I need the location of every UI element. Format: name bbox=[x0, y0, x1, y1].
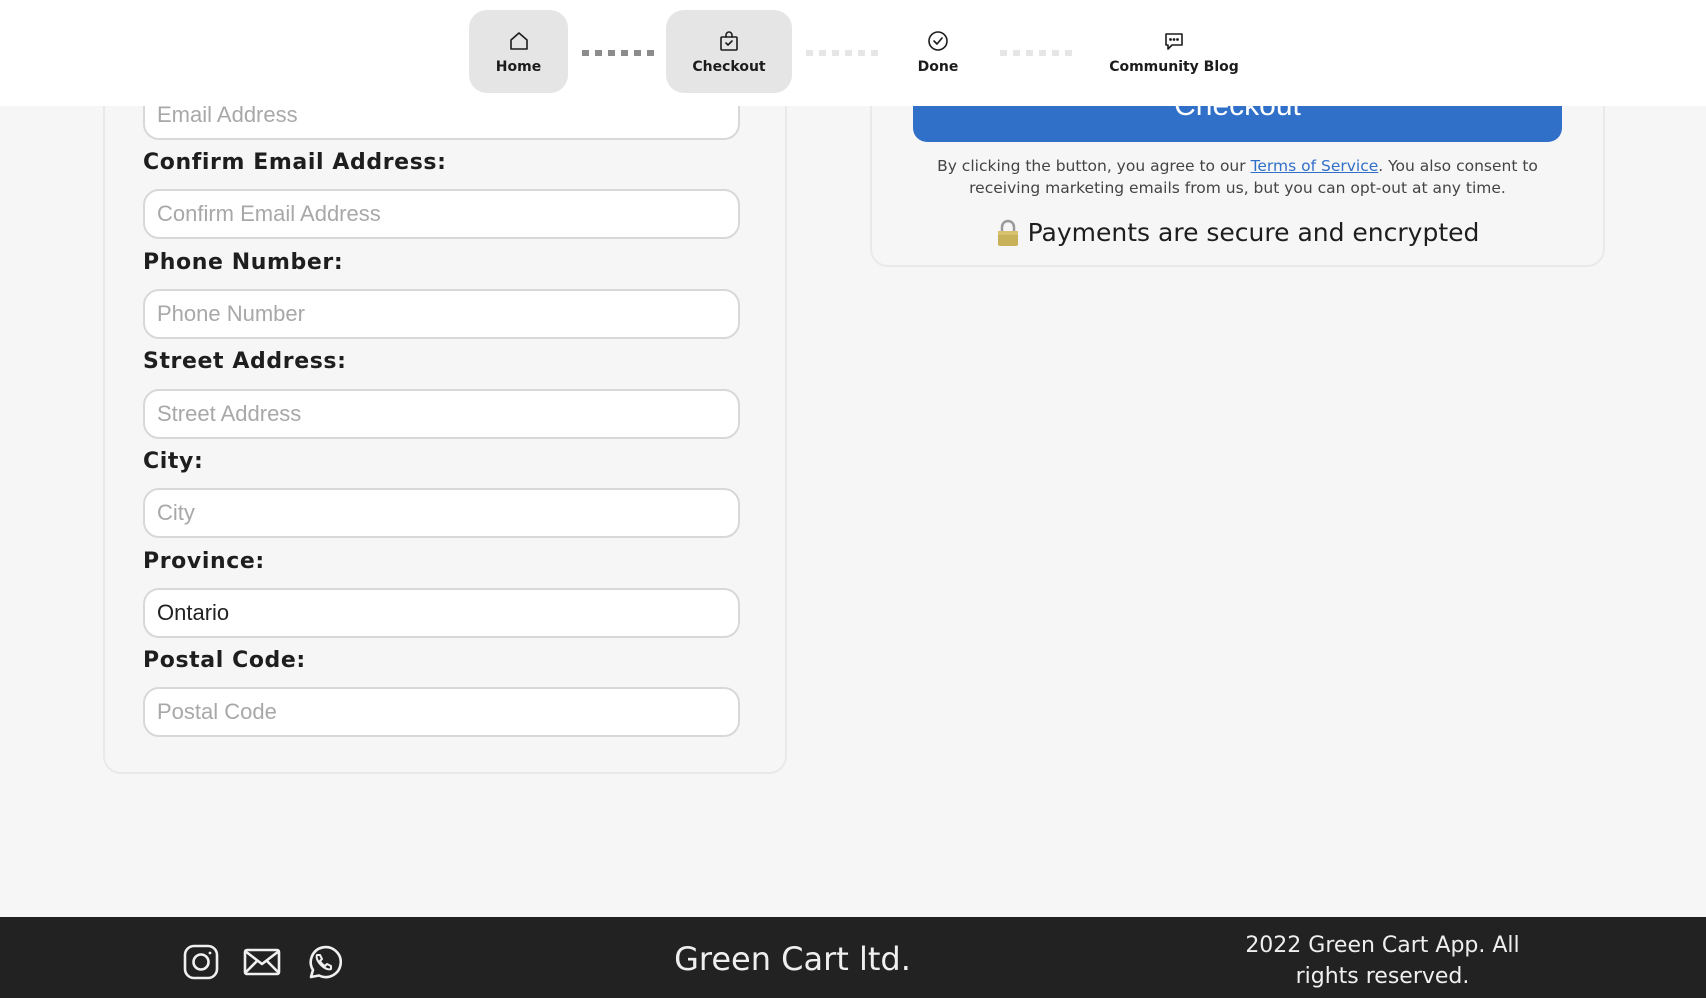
check-circle-icon bbox=[928, 30, 948, 51]
street-address-label: Street Address: bbox=[143, 349, 347, 374]
footer-copyright: 2022 Green Cart App. All rights reserved… bbox=[1245, 933, 1520, 989]
terms-prefix: By clicking the button, you agree to our bbox=[937, 157, 1251, 175]
street-address-field[interactable] bbox=[143, 389, 740, 439]
secure-payment-text: Payments are secure and encrypted bbox=[1027, 218, 1480, 247]
nav-community-blog-label: Community Blog bbox=[1109, 58, 1239, 75]
nav-done[interactable]: Done bbox=[890, 10, 986, 93]
confirm-email-label: Confirm Email Address: bbox=[143, 150, 447, 175]
phone-label: Phone Number: bbox=[143, 250, 344, 275]
city-label: City: bbox=[143, 449, 204, 474]
nav-home[interactable]: Home bbox=[469, 10, 568, 93]
confirm-email-field[interactable] bbox=[143, 189, 740, 239]
home-icon bbox=[509, 31, 528, 50]
step-connector bbox=[1000, 50, 1072, 56]
chat-bubble-icon bbox=[1165, 32, 1183, 50]
city-field[interactable] bbox=[143, 488, 740, 538]
whatsapp-icon[interactable] bbox=[304, 943, 342, 981]
postal-code-field[interactable] bbox=[143, 687, 740, 737]
step-connector bbox=[806, 50, 878, 56]
nav-checkout-label: Checkout bbox=[692, 58, 766, 75]
nav-done-label: Done bbox=[917, 58, 959, 75]
secure-payment-notice: Payments are secure and encrypted bbox=[913, 218, 1562, 247]
shopping-bag-check-icon bbox=[720, 30, 738, 51]
top-navigation: Home Checkout Done Community Blog bbox=[0, 0, 1706, 106]
nav-home-label: Home bbox=[495, 58, 542, 75]
terms-of-service-link[interactable]: Terms of Service bbox=[1251, 157, 1379, 175]
province-field[interactable] bbox=[143, 588, 740, 638]
province-label: Province: bbox=[143, 549, 265, 574]
step-connector bbox=[582, 50, 654, 56]
instagram-icon[interactable] bbox=[182, 943, 220, 981]
mail-icon[interactable] bbox=[243, 943, 281, 981]
nav-checkout[interactable]: Checkout bbox=[666, 10, 792, 93]
phone-field[interactable] bbox=[143, 289, 740, 339]
nav-community-blog[interactable]: Community Blog bbox=[1096, 10, 1252, 93]
postal-code-label: Postal Code: bbox=[143, 648, 306, 673]
lock-icon bbox=[997, 219, 1018, 246]
footer-brand: Green Cart ltd. bbox=[674, 940, 911, 978]
terms-notice: By clicking the button, you agree to our… bbox=[913, 155, 1562, 199]
